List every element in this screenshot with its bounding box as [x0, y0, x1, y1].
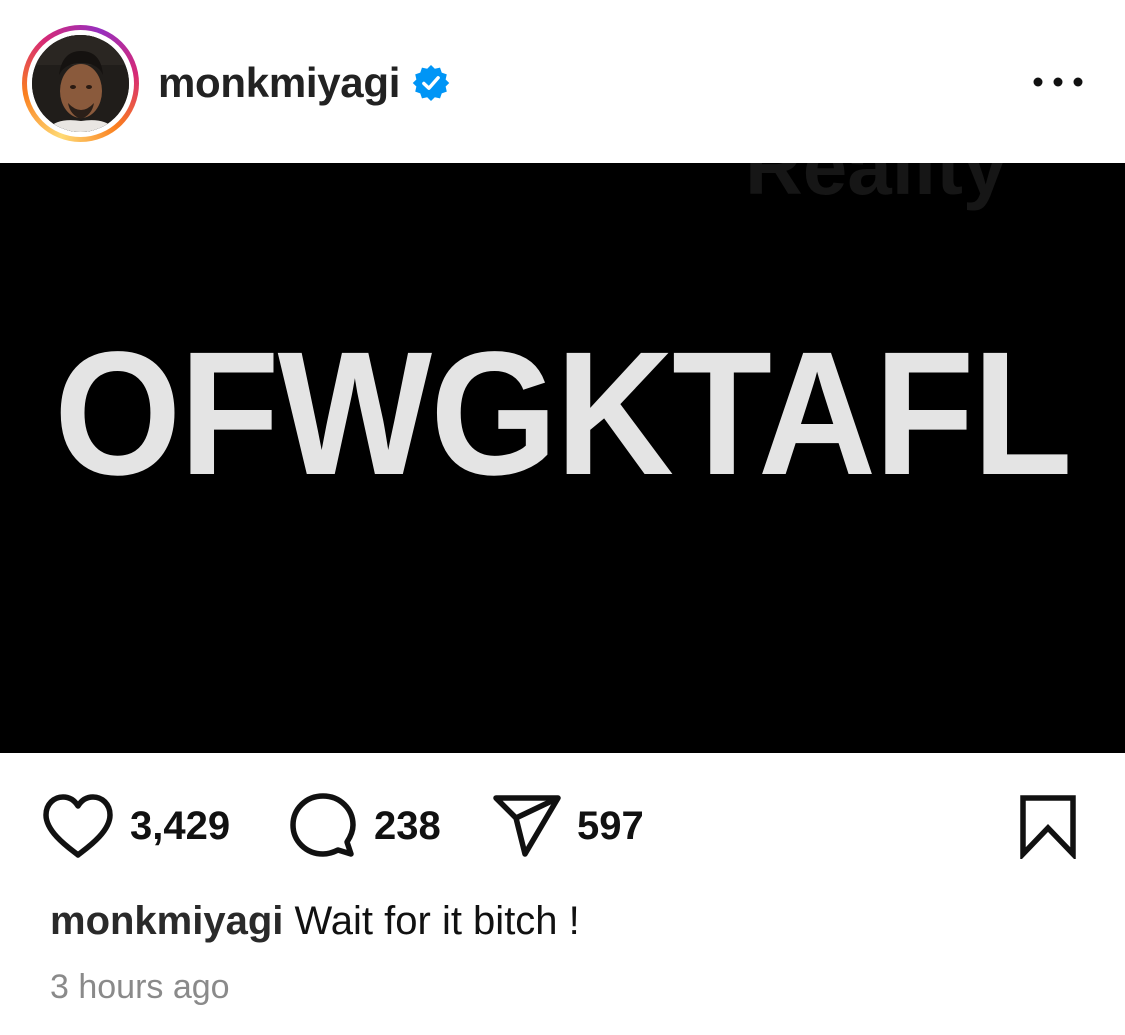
more-horizontal-icon[interactable] [1028, 60, 1088, 104]
post-header: monkmiyagi [0, 0, 1125, 163]
share-count[interactable]: 597 [577, 803, 644, 849]
caption-text: Wait for it bitch ! [283, 899, 580, 943]
avatar-photo [32, 35, 129, 132]
bookmark-icon[interactable] [1018, 793, 1078, 859]
comment-bubble-icon[interactable] [288, 791, 358, 861]
paper-plane-icon[interactable] [492, 793, 562, 859]
post-image-text: OFWGKTAFL [54, 316, 1072, 512]
post-image[interactable]: Reality OFWGKTAFL [0, 163, 1125, 753]
heart-icon[interactable] [42, 793, 114, 859]
like-count[interactable]: 3,429 [130, 803, 230, 849]
avatar[interactable] [32, 35, 129, 132]
story-ring[interactable] [22, 25, 139, 142]
post-actions: 3,429 238 597 [0, 753, 1125, 893]
post-caption: monkmiyagi Wait for it bitch ! [50, 898, 580, 944]
comment-count[interactable]: 238 [374, 803, 441, 849]
verified-badge-icon [412, 64, 450, 102]
post-image-background-text: Reality [745, 163, 1008, 211]
header-username[interactable]: monkmiyagi [158, 58, 400, 108]
post-timestamp: 3 hours ago [50, 968, 230, 1006]
caption-username[interactable]: monkmiyagi [50, 899, 283, 943]
